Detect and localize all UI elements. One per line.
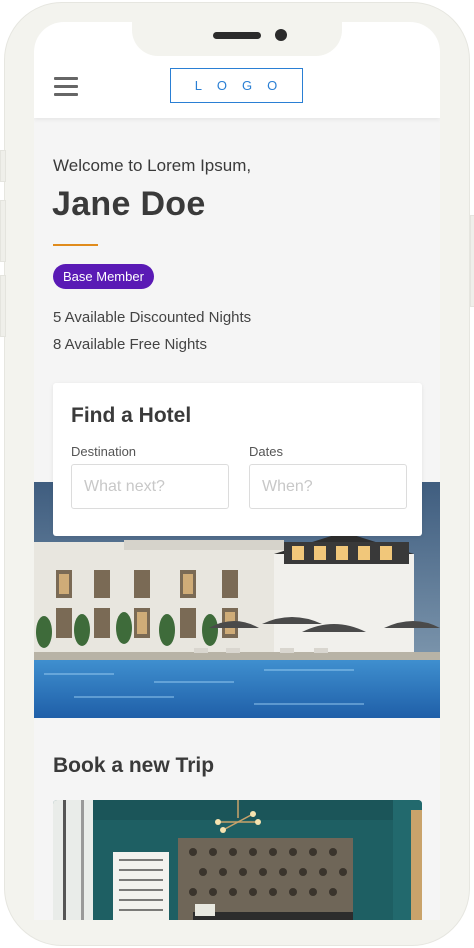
volume-down-button [0,275,6,337]
mute-switch [0,150,6,182]
find-hotel-title: Find a Hotel [71,404,192,427]
user-name: Jane Doe [52,185,206,223]
free-nights-stat: 8 Available Free Nights [53,336,207,353]
welcome-greeting: Welcome to Lorem Ipsum, [53,156,252,175]
app-screen: LOGO Welcome to Lorem Ipsum, Jane Doe Ba… [34,22,440,920]
accent-divider [53,244,98,246]
speaker-grille [213,32,261,39]
hamburger-menu-icon[interactable] [54,77,78,97]
discounted-nights-stat: 5 Available Discounted Nights [53,309,252,326]
destination-input[interactable] [71,464,229,509]
logo[interactable]: LOGO [170,68,303,103]
dates-input[interactable] [249,464,407,509]
destination-label: Destination [71,444,137,459]
front-camera [275,29,287,41]
hotel-room-image[interactable] [53,800,422,920]
volume-up-button [0,200,6,262]
membership-badge: Base Member [53,264,154,289]
power-button [470,215,474,307]
dates-label: Dates [249,444,283,459]
find-hotel-card: Find a Hotel Destination Dates [53,383,422,536]
phone-notch [132,22,342,56]
book-trip-title: Book a new Trip [53,754,215,777]
